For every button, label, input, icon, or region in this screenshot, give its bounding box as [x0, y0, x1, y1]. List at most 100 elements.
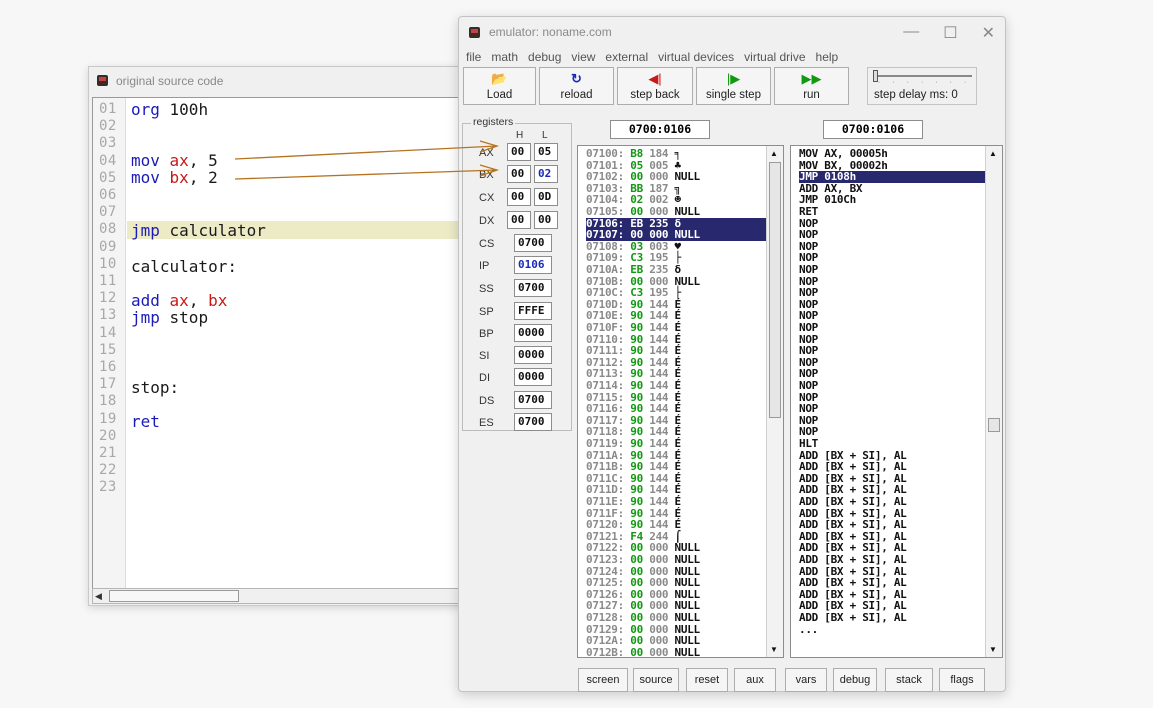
scroll-left-icon[interactable]: ◀ — [95, 591, 102, 602]
code-line-08[interactable]: jmp calculator — [131, 222, 266, 239]
menu-view[interactable]: view — [571, 50, 595, 64]
memory-address-field[interactable]: 0700:0106 — [610, 120, 710, 139]
si-value[interactable]: 0000 — [514, 346, 552, 364]
disassembly-row[interactable]: MOV AX, 00005h — [799, 148, 987, 160]
code-line-12[interactable]: add ax, bx — [131, 292, 227, 309]
memory-scrollbar[interactable]: ▲ ▼ — [766, 146, 783, 657]
disassembly-row[interactable]: NOP — [799, 252, 987, 264]
disassembly-scrollbar[interactable]: ▲ ▼ — [985, 146, 1002, 657]
ds-value[interactable]: 0700 — [514, 391, 552, 409]
disassembly-row[interactable]: NOP — [799, 391, 987, 404]
debug-button[interactable]: debug — [833, 668, 877, 692]
scroll-down-icon[interactable]: ▼ — [989, 645, 997, 654]
disassembly-row[interactable]: ... — [799, 623, 987, 636]
es-value[interactable]: 0700 — [514, 413, 552, 431]
disassembly-row[interactable]: ADD [BX + SI], AL — [799, 496, 987, 508]
maximize-icon[interactable]: ☐ — [943, 23, 957, 43]
bx-low-value[interactable]: 02 — [534, 165, 558, 183]
menu-virtual-devices[interactable]: virtual devices — [658, 50, 734, 64]
disassembly-list[interactable]: MOV AX, 00005h MOV BX, 00002h JMP 0108h ADD… — [790, 145, 1003, 658]
ss-value[interactable]: 0700 — [514, 279, 552, 297]
code-line-19[interactable]: ret — [131, 413, 160, 430]
disassembly-row[interactable]: NOP — [799, 380, 987, 392]
disassembly-row[interactable]: NOP — [799, 426, 987, 438]
reload-button[interactable]: ↻ reload — [539, 67, 614, 105]
source-button[interactable]: source — [633, 668, 679, 692]
disassembly-row[interactable]: NOP — [799, 264, 987, 276]
menu-external[interactable]: external — [605, 50, 648, 64]
disassembly-row[interactable]: ADD [BX + SI], AL — [799, 612, 987, 624]
source-horizontal-scrollbar[interactable]: ◀ — [92, 588, 466, 604]
disassembly-row[interactable]: NOP — [799, 368, 987, 380]
disassembly-row[interactable]: RET — [799, 206, 987, 218]
source-editor[interactable]: 01 02 03 04 05 06 07 08 09 10 11 12 13 14 15 16 17 18 19 20… — [92, 97, 466, 589]
disassembly-row[interactable]: NOP — [799, 345, 987, 357]
ip-value[interactable]: 0106 — [514, 256, 552, 274]
close-icon[interactable]: ✕ — [982, 23, 995, 43]
ax-low-value[interactable]: 05 — [534, 143, 558, 161]
flags-button[interactable]: flags — [939, 668, 985, 692]
menu-file[interactable]: file — [466, 50, 481, 64]
disassembly-row[interactable]: NOP — [799, 415, 987, 427]
menu-virtual-drive[interactable]: virtual drive — [744, 50, 805, 64]
code-line-05[interactable]: mov bx, 2 — [131, 169, 218, 186]
disassembly-row[interactable]: NOP — [799, 287, 987, 299]
ax-high-value[interactable]: 00 — [507, 143, 531, 161]
code-line-10[interactable]: calculator: — [131, 258, 237, 275]
dx-high-value[interactable]: 00 — [507, 211, 531, 229]
step-delay-slider-track[interactable] — [876, 75, 972, 77]
screen-button[interactable]: screen — [578, 668, 628, 692]
bx-high-value[interactable]: 00 — [507, 165, 531, 183]
disassembly-row[interactable]: NOP — [799, 275, 987, 288]
menu-debug[interactable]: debug — [528, 50, 561, 64]
scroll-up-icon[interactable]: ▲ — [989, 149, 997, 158]
dx-low-value[interactable]: 00 — [534, 211, 558, 229]
disassembly-row[interactable]: ADD [BX + SI], AL — [799, 554, 987, 566]
scrollbar-thumb[interactable] — [109, 590, 239, 602]
code-line-17[interactable]: stop: — [131, 379, 179, 396]
register-ds: DS 0700 — [463, 391, 573, 411]
sp-value[interactable]: FFFE — [514, 302, 552, 320]
step-back-button[interactable]: ◀| step back — [617, 67, 693, 105]
disassembly-row[interactable]: NOP — [799, 241, 987, 253]
cx-high-value[interactable]: 00 — [507, 188, 531, 206]
vars-button[interactable]: vars — [785, 668, 827, 692]
disassembly-row[interactable]: NOP — [799, 357, 987, 369]
disassembly-address-field[interactable]: 0700:0106 — [823, 120, 923, 139]
cx-low-value[interactable]: 0D — [534, 188, 558, 206]
disassembly-row[interactable]: NOP — [799, 310, 987, 322]
aux-button[interactable]: aux — [734, 668, 776, 692]
scrollbar-thumb[interactable] — [988, 418, 1000, 432]
registers-panel: registers H L AX 00 05 BX 00 02 CX 00 0D… — [462, 116, 573, 431]
code-line-01[interactable]: org 100h — [131, 101, 208, 118]
code-line-04[interactable]: mov ax, 5 — [131, 152, 218, 169]
disassembly-row[interactable]: NOP — [799, 299, 987, 311]
memory-row[interactable]: 0712B: 00 000 NULL — [586, 646, 766, 657]
menu-help[interactable]: help — [816, 50, 839, 64]
disassembly-row[interactable]: HLT — [799, 438, 987, 450]
disassembly-row[interactable]: NOP — [799, 403, 987, 415]
source-window-titlebar[interactable]: original source code — [89, 67, 467, 94]
run-button[interactable]: ▶▶ run — [774, 67, 849, 105]
disassembly-row[interactable]: NOP — [799, 333, 987, 346]
bp-value[interactable]: 0000 — [514, 324, 552, 342]
di-value[interactable]: 0000 — [514, 368, 552, 386]
disassembly-row[interactable]: NOP — [799, 217, 987, 230]
menu-math[interactable]: math — [491, 50, 518, 64]
single-step-button[interactable]: |▶ single step — [696, 67, 771, 105]
disassembly-row[interactable]: JMP 010Ch — [799, 194, 987, 206]
scroll-down-icon[interactable]: ▼ — [770, 645, 778, 654]
reset-button[interactable]: reset — [686, 668, 728, 692]
disassembly-row[interactable]: NOP — [799, 322, 987, 334]
disassembly-row[interactable]: NOP — [799, 229, 987, 241]
scrollbar-thumb[interactable] — [769, 162, 781, 418]
code-line-13[interactable]: jmp stop — [131, 309, 208, 326]
memory-dump-list[interactable]: 07100: B8 184 ╕ 07101: 05 005 ♣ 07102: 00 … — [577, 145, 784, 658]
scroll-up-icon[interactable]: ▲ — [770, 149, 778, 158]
load-button[interactable]: 📂 Load — [463, 67, 536, 105]
register-dx: DX 00 00 — [463, 211, 573, 231]
stack-button[interactable]: stack — [885, 668, 933, 692]
line-number: 03 — [99, 135, 117, 152]
minimize-icon[interactable]: — — [903, 23, 919, 43]
cs-value[interactable]: 0700 — [514, 234, 552, 252]
